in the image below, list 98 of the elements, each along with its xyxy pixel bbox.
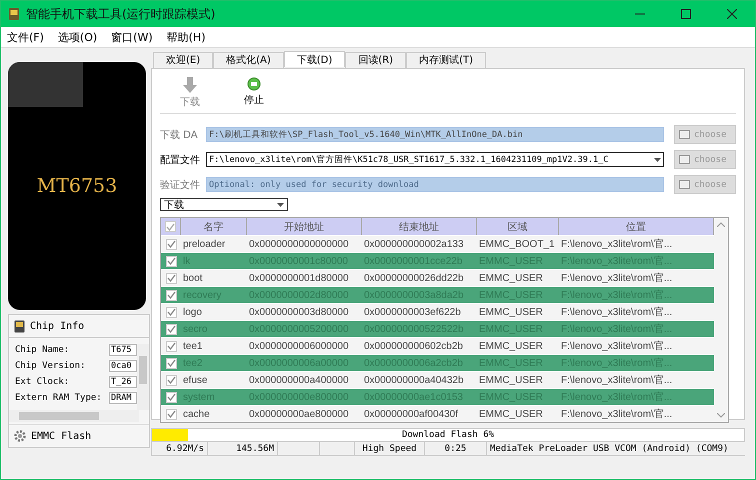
tab[interactable]: 格式化(A) (213, 52, 284, 68)
table-cell-text: F:\lenovo_x3lite\rom\官... (560, 408, 674, 422)
chip-model-label: MT6753 (36, 175, 118, 197)
table-cell-text: EMMC_USER (478, 340, 544, 354)
vertical-scrollbar[interactable] (137, 344, 149, 410)
checkbox[interactable] (166, 256, 176, 266)
table-cell-text: 0x00000000026dd22b (363, 272, 465, 286)
field-label: Ext Clock: (15, 377, 70, 387)
checkbox[interactable] (166, 340, 176, 352)
table-cell-text: logo (182, 306, 203, 320)
status-cell: MediaTek PreLoader USB VCOM (Android) (COM9) (486, 442, 745, 455)
table-cell-text: tee1 (182, 340, 204, 354)
menu-item[interactable]: 窗口(W) (111, 30, 153, 44)
mode-dropdown[interactable]: 下载 (160, 198, 288, 211)
table-cell-text: F:\lenovo_x3lite\rom\官... (560, 340, 674, 354)
chip-icon (14, 320, 25, 332)
window-title: 智能手机下载工具(运行时跟踪模式) (26, 6, 216, 22)
status-cell: High Speed (354, 442, 424, 455)
field-value: DRAM (109, 392, 137, 404)
checkbox[interactable] (166, 408, 176, 420)
folder-icon (679, 130, 690, 139)
table-cell-text: F:\lenovo_x3lite\rom\官... (560, 272, 674, 286)
table-cell-text: cache (182, 408, 211, 422)
scroll-up-icon[interactable] (717, 222, 725, 227)
field-label: Chip Name: (15, 345, 70, 355)
table-cell-text: EMMC_BOOT_1 (478, 238, 556, 252)
status-cell: 145.56M (207, 442, 277, 455)
field-label: 验证文件 (160, 178, 201, 192)
field-label: 配置文件 (160, 154, 201, 166)
table-cell-text: boot (182, 272, 204, 286)
dropdown-arrow-icon (654, 158, 661, 162)
file-path-dropdown[interactable]: F:\lenovo_x3lite\rom\官方固件\K51c78_USR_ST1617_5.332.1_1604231109_mp1V2.39.1_C (206, 152, 664, 167)
maximize-icon[interactable] (681, 9, 691, 19)
down-arrow-icon (183, 77, 197, 93)
tab[interactable]: 下载(D) (284, 51, 346, 67)
panel-title: EMMC Flash (31, 430, 92, 442)
gear-icon (14, 430, 26, 442)
folder-icon (679, 155, 690, 164)
table-row[interactable]: cache 0x00000000ae800000 0x00000000af00430f EMMC_USER F:\lenovo_x3lite\rom\官... (161, 405, 714, 422)
menu-item[interactable]: 文件(F) (7, 30, 44, 44)
field-label: Chip Version: (15, 361, 86, 371)
table-cell-text: 0x0000000001d80000 (248, 272, 350, 286)
table-cell-text: 0x000000000002a133 (363, 238, 465, 252)
menu-item[interactable]: 帮助(H) (166, 30, 206, 44)
field-value: T675 (109, 344, 137, 356)
table-cell-text: F:\lenovo_x3lite\rom\官... (560, 374, 674, 388)
table-row[interactable]: efuse 0x000000000a400000 0x000000000a40432b EMMC_USER F:\lenovo_x3lite\rom\官... (161, 371, 714, 388)
vertical-scrollbar[interactable] (714, 218, 728, 422)
table-cell-text: EMMC_USER (478, 272, 544, 286)
tab[interactable]: 内存测试(T) (406, 52, 486, 68)
checkbox[interactable] (166, 272, 176, 284)
checkbox[interactable] (166, 290, 176, 300)
scroll-down-icon[interactable] (717, 413, 725, 418)
app-icon (8, 7, 20, 21)
table-cell-text: 0x0000000003ef622b (363, 306, 462, 320)
checkbox[interactable] (166, 306, 176, 318)
checkbox[interactable] (166, 324, 176, 334)
tab[interactable]: 回读(R) (345, 52, 406, 68)
table-cell-text: 0x000000000a400000 (248, 374, 350, 388)
table-cell-text: 0x0000000003d80000 (248, 306, 350, 320)
checkbox[interactable] (166, 358, 176, 368)
table-row[interactable]: logo 0x0000000003d80000 0x0000000003ef622b EMMC_USER F:\lenovo_x3lite\rom\官... (161, 303, 714, 320)
field-label: Extern RAM Type: (15, 393, 102, 403)
table-cell-text: preloader (182, 238, 226, 252)
checkbox[interactable] (166, 374, 176, 386)
table-cell-text: F:\lenovo_x3lite\rom\官... (560, 238, 674, 252)
table-row[interactable]: tee1 0x0000000006000000 0x000000000602cb2b EMMC_USER F:\lenovo_x3lite\rom\官... (161, 337, 714, 354)
checkbox[interactable] (165, 221, 176, 232)
panel-title: Chip Info (30, 320, 84, 332)
table-cell-text: 0x00000000af00430f (363, 408, 459, 422)
table-cell-text: 0x0000000000000000 (248, 238, 350, 252)
field-value: 0ca0 (109, 360, 137, 372)
table-cell-text: 0x00000000ae800000 (248, 408, 350, 422)
table-cell-text: efuse (182, 374, 208, 388)
table-cell-text: F:\lenovo_x3lite\rom\官... (560, 306, 674, 320)
status-cell: 0:25 (424, 442, 486, 455)
table-row[interactable]: boot 0x0000000001d80000 0x00000000026dd22b EMMC_USER F:\lenovo_x3lite\rom\官... (161, 269, 714, 286)
field-label: 下载 DA (160, 128, 199, 142)
table-cell-text: 0x0000000006000000 (248, 340, 350, 354)
dropdown-arrow-icon (277, 202, 284, 206)
table-row[interactable]: preloader 0x0000000000000000 0x000000000002a133 EMMC_BOOT_1 F:\lenovo_x3lite\rom\官... (161, 235, 714, 252)
table-cell-text: 0x000000000602cb2b (363, 340, 464, 354)
stop-icon (247, 77, 261, 91)
menu-item[interactable]: 选项(O) (58, 30, 98, 44)
table-cell-text: EMMC_USER (478, 374, 544, 388)
checkbox[interactable] (166, 238, 176, 250)
table-cell-text: EMMC_USER (478, 306, 544, 320)
folder-icon (679, 180, 690, 189)
progress-label: Download Flash 6% (402, 430, 494, 440)
close-icon[interactable] (727, 9, 737, 19)
table-cell-text: EMMC_USER (478, 408, 544, 422)
checkbox[interactable] (166, 392, 176, 402)
table-cell-text: 0x000000000a40432b (363, 374, 465, 388)
tab[interactable]: 欢迎(E) (153, 52, 214, 68)
field-value: T_26 (109, 376, 137, 388)
status-cell: 6.92M/s (151, 442, 207, 455)
toolbar-button[interactable]: 停止 (244, 77, 264, 109)
horizontal-scrollbar[interactable] (9, 410, 139, 422)
